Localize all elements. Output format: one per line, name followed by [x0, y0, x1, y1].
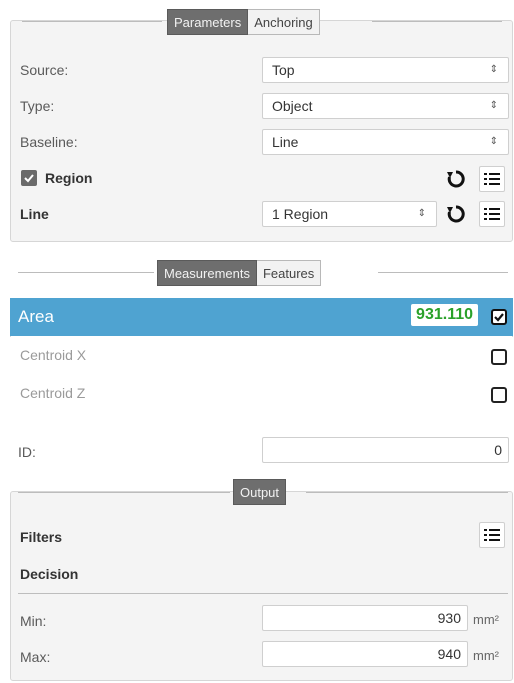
- source-value: Top: [272, 62, 295, 78]
- line-label: Line: [20, 206, 49, 222]
- max-label: Max:: [20, 649, 51, 665]
- baseline-value: Line: [272, 134, 299, 150]
- parameters-tab-line-right: [372, 21, 502, 22]
- measurements-tab-line-left: [18, 272, 154, 273]
- max-unit: mm²: [473, 648, 499, 663]
- filters-list-button[interactable]: [479, 522, 505, 548]
- line-reset-button[interactable]: [443, 201, 469, 227]
- tab-anchoring[interactable]: Anchoring: [248, 9, 320, 35]
- source-select[interactable]: Top ⇕: [262, 57, 509, 83]
- decision-divider: [18, 593, 508, 594]
- measurement-label: Area: [18, 307, 54, 326]
- measurement-label: Centroid X: [20, 347, 87, 363]
- tab-output[interactable]: Output: [233, 479, 287, 505]
- tab-measurements[interactable]: Measurements: [157, 260, 257, 286]
- line-value: 1 Region: [272, 206, 329, 222]
- line-select[interactable]: 1 Region ⇕: [262, 201, 437, 227]
- decision-label: Decision: [20, 566, 79, 582]
- region-label: Region: [45, 170, 93, 186]
- tab-parameters[interactable]: Parameters: [167, 9, 249, 35]
- output-tab-line-right: [306, 492, 508, 493]
- list-icon: [484, 173, 500, 185]
- id-label: ID:: [18, 444, 36, 460]
- min-field[interactable]: 930: [262, 605, 468, 631]
- select-arrows-icon: ⇕: [489, 64, 498, 75]
- measurement-label: Centroid Z: [20, 385, 86, 401]
- output-tab-line-left: [18, 492, 230, 493]
- baseline-label: Baseline:: [20, 134, 78, 150]
- parameters-tab-line-left: [22, 21, 162, 22]
- measurements-tab-line-right: [378, 272, 508, 273]
- min-label: Min:: [20, 613, 47, 629]
- check-icon: [24, 174, 34, 183]
- reset-icon: [447, 170, 465, 188]
- region-list-button[interactable]: [479, 166, 505, 192]
- centroid-z-checkbox[interactable]: [491, 387, 507, 403]
- type-select[interactable]: Object ⇕: [262, 93, 509, 119]
- check-icon: [494, 313, 504, 322]
- list-icon: [484, 208, 500, 220]
- filters-label: Filters: [20, 529, 63, 545]
- list-item-area[interactable]: Area 931.110: [10, 298, 513, 336]
- list-item-centroid-z[interactable]: Centroid Z: [10, 375, 513, 413]
- area-checkbox[interactable]: [491, 309, 507, 325]
- min-unit: mm²: [473, 612, 499, 627]
- output-tabbar: Output: [233, 479, 287, 505]
- reset-icon: [447, 205, 465, 223]
- parameters-tabbar: Parameters Anchoring: [167, 9, 320, 35]
- type-value: Object: [272, 98, 313, 114]
- list-item-centroid-x[interactable]: Centroid X: [10, 337, 513, 375]
- region-checkbox[interactable]: [21, 170, 37, 186]
- list-icon: [484, 529, 500, 541]
- measurements-tabbar: Measurements Features: [157, 260, 322, 286]
- measurement-value-badge: 931.110: [411, 304, 478, 326]
- select-arrows-icon: ⇕: [489, 100, 498, 111]
- tab-features[interactable]: Features: [256, 260, 322, 286]
- select-arrows-icon: ⇕: [417, 208, 426, 219]
- region-reset-button[interactable]: [443, 166, 469, 192]
- baseline-select[interactable]: Line ⇕: [262, 129, 509, 155]
- type-label: Type:: [20, 98, 55, 114]
- select-arrows-icon: ⇕: [489, 136, 498, 147]
- source-label: Source:: [20, 62, 69, 78]
- max-field[interactable]: 940: [262, 641, 468, 667]
- id-field[interactable]: 0: [262, 437, 509, 463]
- line-list-button[interactable]: [479, 201, 505, 227]
- centroid-x-checkbox[interactable]: [491, 349, 507, 365]
